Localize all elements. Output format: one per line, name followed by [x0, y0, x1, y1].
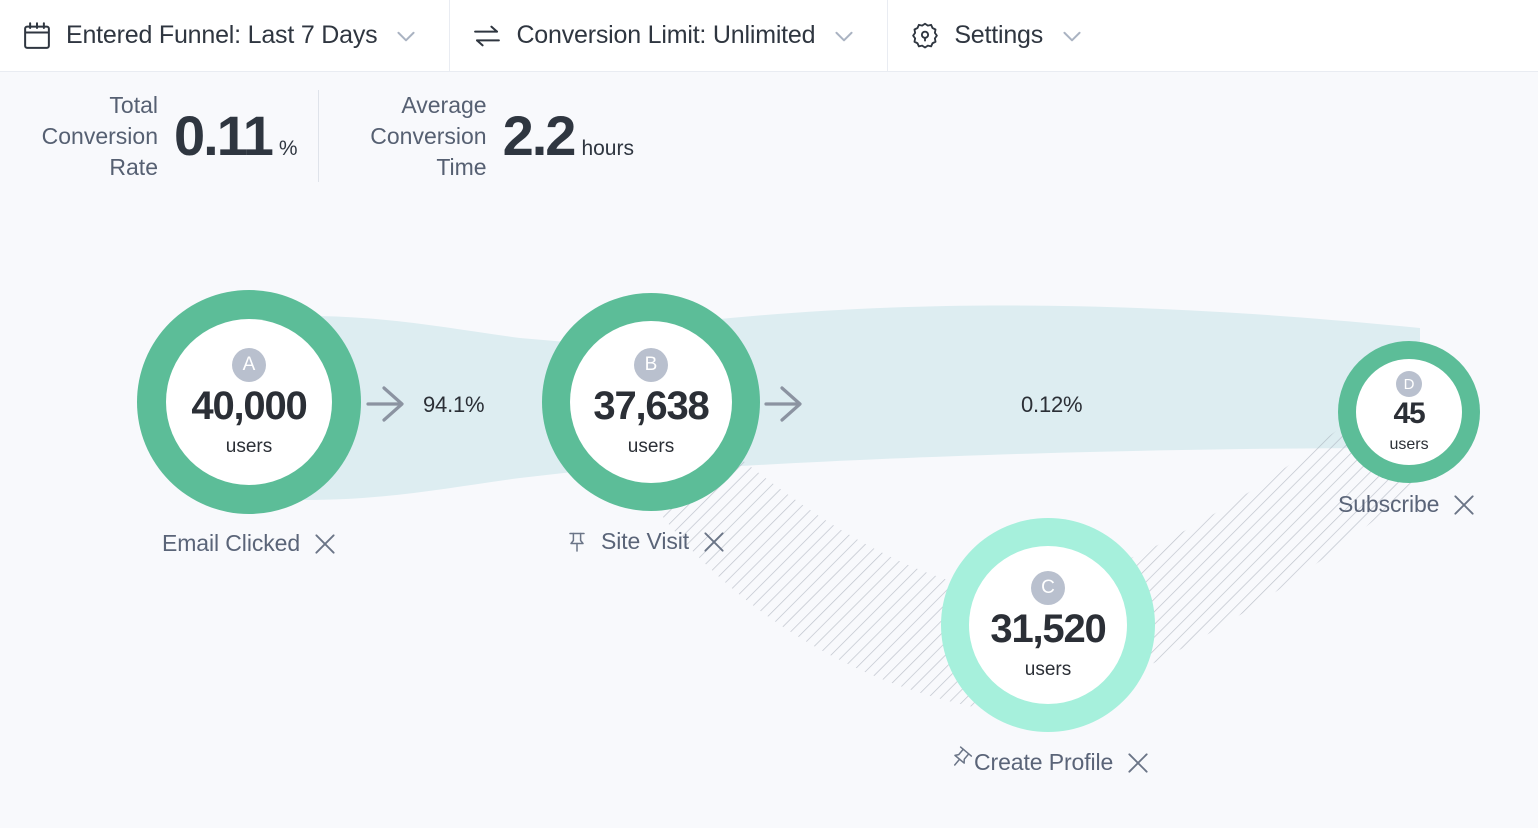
step-user-count-a: 40,000 — [191, 384, 307, 428]
kpi-label-line: Rate — [109, 153, 158, 180]
step-label-create-profile: Create Profile — [938, 745, 1151, 776]
conversion-limit-label: Conversion Limit: Unlimited — [516, 21, 816, 49]
kpi-unit: hours — [581, 137, 634, 160]
step-user-unit-d: users — [1389, 436, 1429, 453]
kpi-label-line: Total — [109, 91, 158, 118]
settings-label: Settings — [954, 21, 1044, 49]
step-label-text: Create Profile — [974, 749, 1114, 775]
conversion-rate-a-b: 94.1% — [423, 392, 485, 417]
kpi-label: Total Conversion Rate — [18, 90, 158, 183]
step-label-subscribe: Subscribe — [1338, 491, 1477, 518]
funnel-node-d[interactable]: D 45 users — [1338, 341, 1480, 483]
funnel-node-d-inner: D 45 users — [1356, 359, 1462, 465]
funnel-node-b-inner: B 37,638 users — [570, 321, 732, 483]
conversion-rate-b-d: 0.12% — [1021, 392, 1083, 417]
step-user-count-d: 45 — [1393, 397, 1426, 430]
close-icon[interactable] — [312, 531, 338, 557]
step-badge-d: D — [1396, 371, 1422, 397]
close-icon[interactable] — [701, 529, 727, 555]
kpi-label-line: Average — [401, 91, 487, 118]
entered-funnel-filter[interactable]: Entered Funnel: Last 7 Days — [0, 0, 451, 71]
kpi-value: 0.11 — [174, 104, 274, 167]
step-user-unit-b: users — [627, 436, 675, 457]
step-label-email-clicked: Email Clicked — [162, 530, 338, 557]
kpi-label-line: Conversion — [370, 122, 487, 149]
step-label-site-visit: Site Visit — [565, 528, 727, 555]
kpi-label-line: Time — [436, 153, 487, 180]
chevron-down-icon[interactable] — [829, 23, 857, 49]
funnel-node-b[interactable]: B 37,638 users — [542, 293, 760, 511]
funnel-node-a[interactable]: A 40,000 users — [137, 290, 361, 514]
settings-menu[interactable]: Settings — [888, 0, 1115, 71]
step-badge-a: A — [232, 348, 266, 382]
funnel-diagram: 94.1% 0.12% A 40,000 users B 37,638 user… — [0, 200, 1538, 828]
kpi-label: Average Conversion Time — [347, 90, 487, 183]
step-badge-b: B — [634, 348, 668, 382]
funnel-node-c[interactable]: C 31,520 users — [941, 518, 1155, 732]
pin-icon[interactable] — [565, 530, 589, 554]
kpi-strip: Total Conversion Rate 0.11 % Average Con… — [0, 72, 1538, 200]
step-user-unit-c: users — [1024, 659, 1072, 680]
step-badge-c: C — [1031, 571, 1065, 605]
step-label-text: Site Visit — [601, 528, 690, 554]
kpi-label-line: Conversion — [41, 122, 158, 149]
step-user-unit-a: users — [225, 436, 273, 457]
step-label-text: Email Clicked — [162, 530, 301, 556]
close-icon[interactable] — [1451, 492, 1477, 518]
step-label-text: Subscribe — [1338, 491, 1440, 517]
close-icon[interactable] — [1125, 750, 1151, 776]
step-user-count-b: 37,638 — [593, 384, 709, 428]
calendar-icon — [22, 21, 52, 51]
funnel-node-a-inner: A 40,000 users — [166, 319, 332, 485]
conversion-limit-filter[interactable]: Conversion Limit: Unlimited — [450, 0, 889, 71]
kpi-total-conversion-rate: Total Conversion Rate 0.11 % — [0, 72, 298, 200]
entered-funnel-label: Entered Funnel: Last 7 Days — [66, 21, 378, 49]
kpi-value: 2.2 — [502, 104, 577, 167]
conversion-arrows-icon — [472, 21, 502, 51]
top-toolbar: Entered Funnel: Last 7 Days Conversion L… — [0, 0, 1538, 72]
pin-tilted-icon[interactable] — [938, 745, 973, 775]
chevron-down-icon[interactable] — [391, 23, 419, 49]
step-user-count-c: 31,520 — [990, 607, 1106, 651]
kpi-unit: % — [278, 137, 298, 160]
gear-icon — [910, 21, 940, 51]
chevron-down-icon[interactable] — [1057, 23, 1085, 49]
kpi-average-conversion-time: Average Conversion Time 2.2 hours — [319, 72, 634, 200]
funnel-node-c-inner: C 31,520 users — [969, 546, 1127, 704]
